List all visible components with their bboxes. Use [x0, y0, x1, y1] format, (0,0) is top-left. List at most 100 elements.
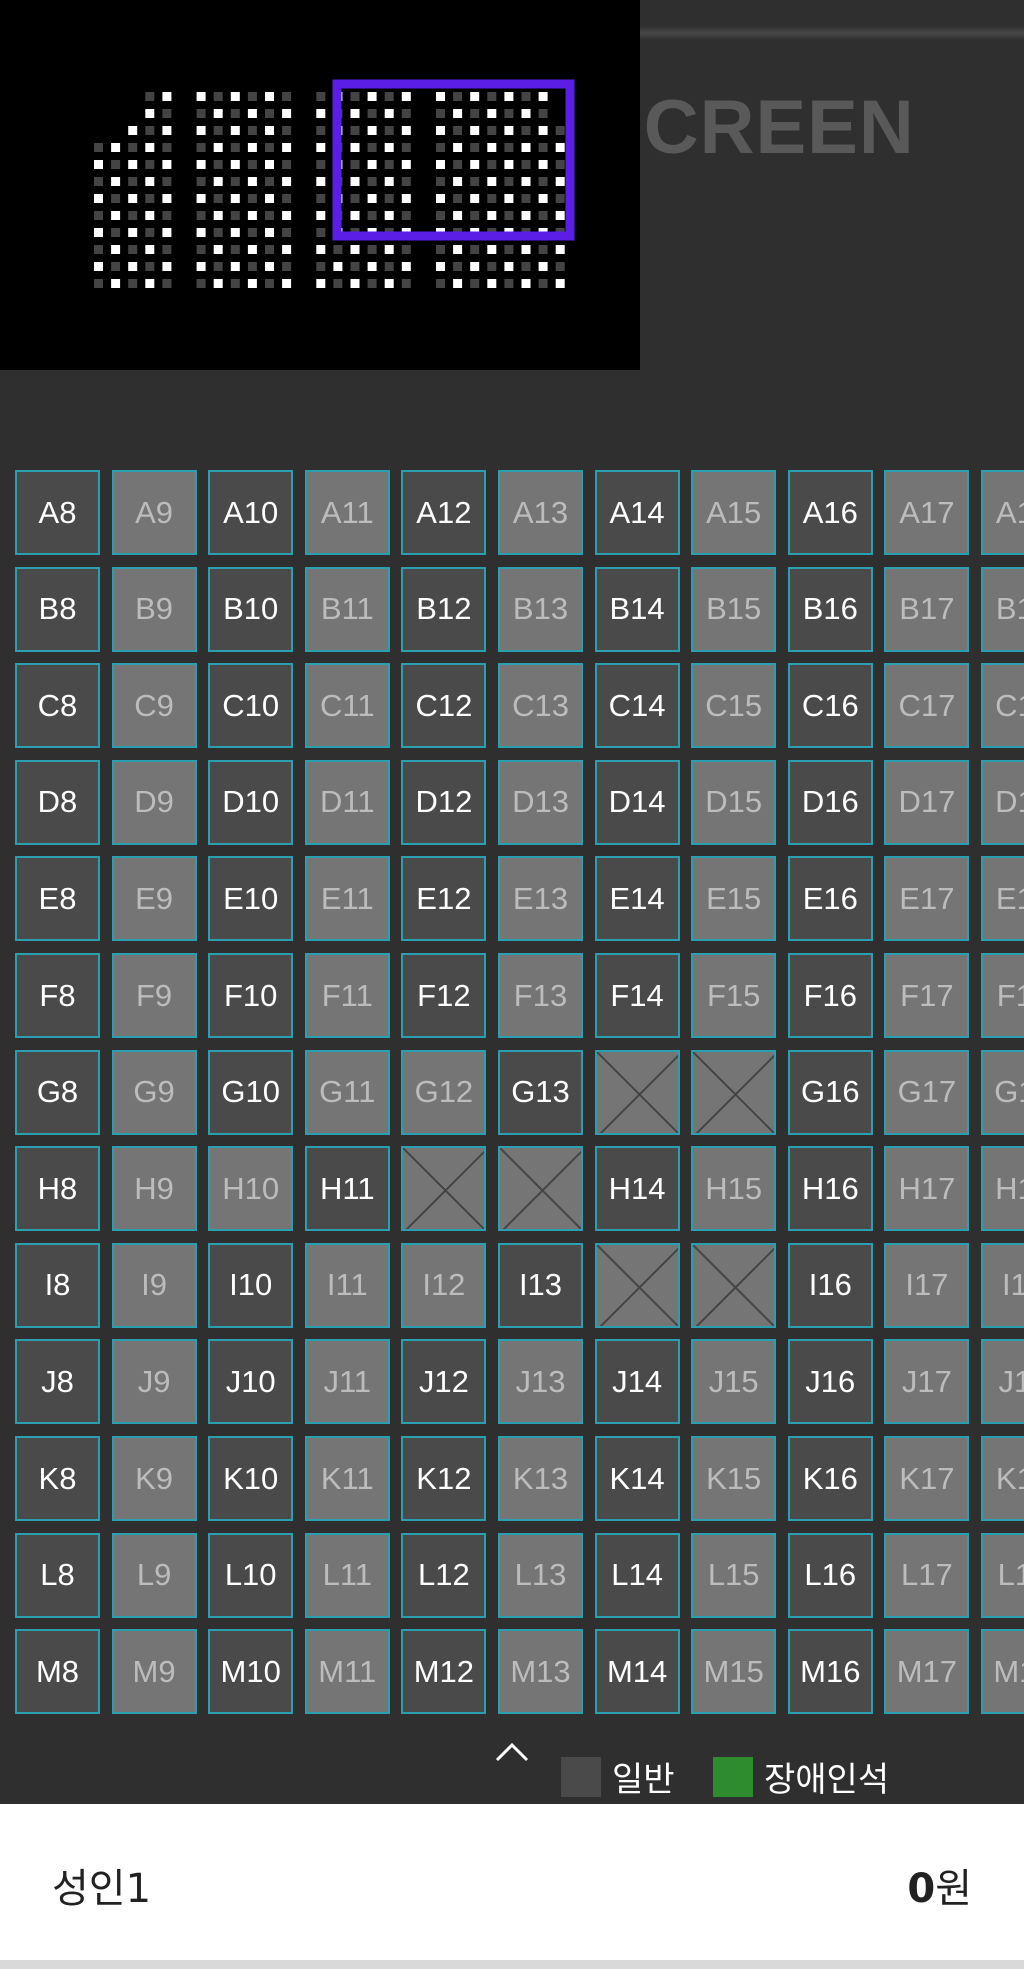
seat-m11[interactable]: M11 [304, 1629, 390, 1715]
seat-j16[interactable]: J16 [787, 1339, 873, 1425]
seat-k11[interactable]: K11 [304, 1436, 390, 1521]
seat-f15[interactable]: F15 [691, 953, 777, 1038]
seat-f10[interactable]: F10 [208, 953, 294, 1038]
seat-g18[interactable]: G18 [981, 1049, 1024, 1135]
seat-m18[interactable]: M18 [981, 1629, 1024, 1715]
seat-d17[interactable]: D17 [884, 759, 970, 845]
seat-i13[interactable]: I13 [498, 1242, 583, 1328]
seat-l16[interactable]: L16 [787, 1532, 873, 1618]
seat-l11[interactable]: L11 [304, 1532, 390, 1618]
seat-l17[interactable]: L17 [884, 1532, 970, 1618]
seat-d12[interactable]: D12 [401, 759, 487, 845]
seat-b9[interactable]: B9 [111, 566, 197, 652]
seat-c14[interactable]: C14 [594, 663, 680, 749]
seat-g9[interactable]: G9 [111, 1049, 197, 1135]
seat-g13[interactable]: G13 [498, 1049, 583, 1135]
seat-k18[interactable]: K18 [981, 1436, 1024, 1521]
seat-e13[interactable]: E13 [498, 856, 583, 942]
seat-g16[interactable]: G16 [787, 1049, 873, 1135]
seat-j13[interactable]: J13 [498, 1339, 583, 1425]
seat-c17[interactable]: C17 [884, 663, 970, 749]
seat-m12[interactable]: M12 [401, 1629, 487, 1715]
seat-k8[interactable]: K8 [15, 1436, 100, 1521]
seat-h11[interactable]: H11 [304, 1146, 390, 1232]
seat-a18[interactable]: A18 [981, 470, 1024, 555]
seat-h14[interactable]: H14 [594, 1146, 680, 1232]
seat-d11[interactable]: D11 [304, 759, 390, 845]
seat-k15[interactable]: K15 [691, 1436, 777, 1521]
seat-h18[interactable]: H18 [981, 1146, 1024, 1232]
seat-b13[interactable]: B13 [498, 566, 583, 652]
seat-d8[interactable]: D8 [15, 759, 100, 845]
seat-l8[interactable]: L8 [15, 1532, 100, 1618]
seat-l13[interactable]: L13 [498, 1532, 583, 1618]
seat-f13[interactable]: F13 [498, 953, 583, 1038]
seat-i16[interactable]: I16 [787, 1242, 873, 1328]
seat-g11[interactable]: G11 [304, 1049, 390, 1135]
seat-f14[interactable]: F14 [594, 953, 680, 1038]
seat-i11[interactable]: I11 [304, 1242, 390, 1328]
seat-c9[interactable]: C9 [111, 663, 197, 749]
seat-m15[interactable]: M15 [691, 1629, 777, 1715]
seat-h15[interactable]: H15 [691, 1146, 777, 1232]
seat-d13[interactable]: D13 [498, 759, 583, 845]
seat-j12[interactable]: J12 [401, 1339, 487, 1425]
seat-j14[interactable]: J14 [594, 1339, 680, 1425]
seat-l18[interactable]: L18 [981, 1532, 1024, 1618]
seat-e17[interactable]: E17 [884, 856, 970, 942]
seat-d16[interactable]: D16 [787, 759, 873, 845]
seat-g10[interactable]: G10 [208, 1049, 294, 1135]
seat-f16[interactable]: F16 [787, 953, 873, 1038]
seat-j8[interactable]: J8 [15, 1339, 100, 1425]
seat-f9[interactable]: F9 [111, 953, 197, 1038]
seat-a12[interactable]: A12 [401, 470, 487, 555]
seat-h8[interactable]: H8 [15, 1146, 100, 1232]
seat-c10[interactable]: C10 [208, 663, 294, 749]
seat-g12[interactable]: G12 [401, 1049, 487, 1135]
seat-f8[interactable]: F8 [15, 953, 100, 1038]
seat-c13[interactable]: C13 [498, 663, 583, 749]
seat-e10[interactable]: E10 [208, 856, 294, 942]
seat-m9[interactable]: M9 [111, 1629, 197, 1715]
seat-a15[interactable]: A15 [691, 470, 777, 555]
seat-d15[interactable]: D15 [691, 759, 777, 845]
seat-i10[interactable]: I10 [208, 1242, 294, 1328]
seat-d9[interactable]: D9 [111, 759, 197, 845]
seat-c8[interactable]: C8 [15, 663, 100, 749]
seat-m14[interactable]: M14 [594, 1629, 680, 1715]
seat-h16[interactable]: H16 [787, 1146, 873, 1232]
seat-a14[interactable]: A14 [594, 470, 680, 555]
seat-i8[interactable]: I8 [15, 1242, 100, 1328]
seat-l9[interactable]: L9 [111, 1532, 197, 1618]
seat-i12[interactable]: I12 [401, 1242, 487, 1328]
seat-c18[interactable]: C18 [981, 663, 1024, 749]
seat-k9[interactable]: K9 [111, 1436, 197, 1521]
seat-h17[interactable]: H17 [884, 1146, 970, 1232]
seat-k12[interactable]: K12 [401, 1436, 487, 1521]
seat-j18[interactable]: J18 [981, 1339, 1024, 1425]
seat-b14[interactable]: B14 [594, 566, 680, 652]
seat-a11[interactable]: A11 [304, 470, 390, 555]
seat-c16[interactable]: C16 [787, 663, 873, 749]
seat-k17[interactable]: K17 [884, 1436, 970, 1521]
seat-m8[interactable]: M8 [15, 1629, 100, 1715]
seat-k16[interactable]: K16 [787, 1436, 873, 1521]
seat-m10[interactable]: M10 [208, 1629, 294, 1715]
seat-l15[interactable]: L15 [691, 1532, 777, 1618]
seat-c15[interactable]: C15 [691, 663, 777, 749]
seat-a8[interactable]: A8 [15, 470, 100, 555]
seat-b15[interactable]: B15 [691, 566, 777, 652]
seat-l10[interactable]: L10 [208, 1532, 294, 1618]
seat-a17[interactable]: A17 [884, 470, 970, 555]
seat-h10[interactable]: H10 [208, 1146, 294, 1232]
seat-j11[interactable]: J11 [304, 1339, 390, 1425]
seat-e16[interactable]: E16 [787, 856, 873, 942]
seat-a13[interactable]: A13 [498, 470, 583, 555]
seat-a16[interactable]: A16 [787, 470, 873, 555]
seat-g8[interactable]: G8 [15, 1049, 100, 1135]
seat-k13[interactable]: K13 [498, 1436, 583, 1521]
seat-c12[interactable]: C12 [401, 663, 487, 749]
seat-g17[interactable]: G17 [884, 1049, 970, 1135]
seat-j17[interactable]: J17 [884, 1339, 970, 1425]
seat-e14[interactable]: E14 [594, 856, 680, 942]
